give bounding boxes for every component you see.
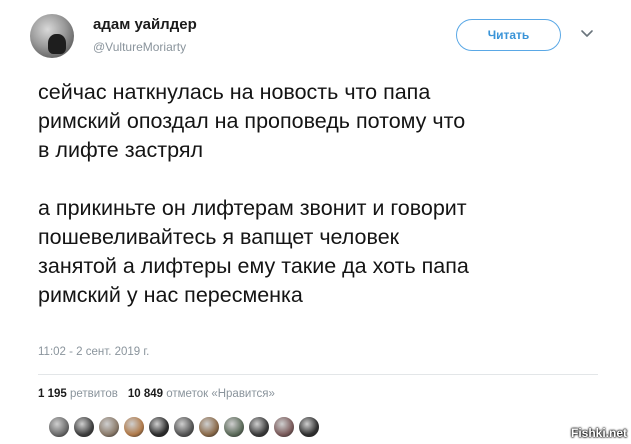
retweets-count: 1 195	[38, 388, 67, 400]
likes-stat[interactable]: 10 849 отметок «Нравится»	[128, 388, 275, 400]
tweet-card: адам уайлдер @VultureMoriarty Читать сей…	[0, 0, 631, 444]
liker-avatar[interactable]	[123, 416, 145, 438]
liker-avatar[interactable]	[173, 416, 195, 438]
author-avatar[interactable]	[30, 14, 74, 58]
tweet-text: сейчас наткнулась на новость что папа ри…	[38, 78, 598, 310]
liker-avatar[interactable]	[248, 416, 270, 438]
tweet-timestamp[interactable]: 11:02 - 2 сент. 2019 г.	[38, 346, 149, 358]
retweets-stat[interactable]: 1 195 ретвитов	[38, 388, 118, 400]
author-handle[interactable]: @VultureMoriarty	[93, 40, 186, 54]
tweet-stats: 1 195 ретвитов 10 849 отметок «Нравится»	[38, 388, 275, 400]
chevron-down-icon[interactable]	[580, 28, 594, 40]
tweet-paragraph-2: а прикиньте он лифтерам звонит и говорит…	[38, 196, 469, 307]
retweets-label: ретвитов	[69, 388, 118, 400]
liker-avatar[interactable]	[298, 416, 320, 438]
liker-avatar[interactable]	[198, 416, 220, 438]
divider-top	[38, 374, 598, 375]
author-display-name[interactable]: адам уайлдер	[93, 16, 197, 33]
liker-avatar[interactable]	[223, 416, 245, 438]
tweet-paragraph-1: сейчас наткнулась на новость что папа ри…	[38, 80, 466, 162]
watermark-logo: Fishki.net	[570, 426, 627, 440]
liker-avatar[interactable]	[48, 416, 70, 438]
liker-avatar[interactable]	[98, 416, 120, 438]
follow-button[interactable]: Читать	[456, 19, 561, 51]
liker-avatar[interactable]	[148, 416, 170, 438]
liker-avatars	[48, 416, 323, 438]
likes-label: отметок «Нравится»	[166, 388, 275, 400]
liker-avatar[interactable]	[273, 416, 295, 438]
likes-count: 10 849	[127, 388, 164, 400]
liker-avatar[interactable]	[73, 416, 95, 438]
